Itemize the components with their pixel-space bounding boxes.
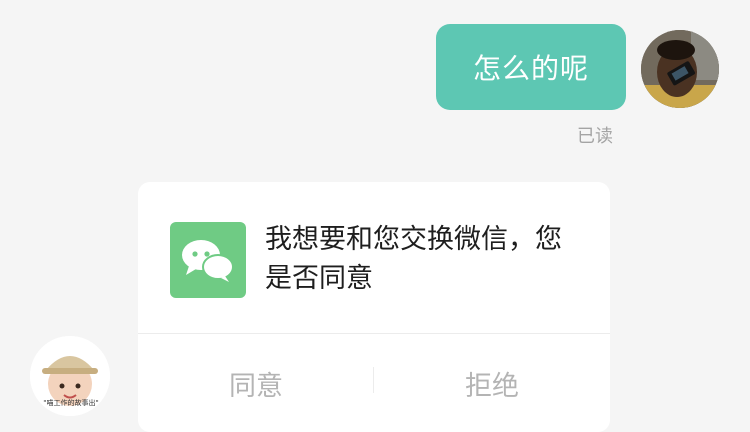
wechat-exchange-card: 我想要和您交换微信，您是否同意 同意 拒绝	[138, 182, 610, 432]
reject-button[interactable]: 拒绝	[374, 334, 610, 432]
reject-button-label: 拒绝	[465, 370, 519, 402]
read-status: 已读	[577, 126, 613, 147]
agree-button[interactable]: 同意	[138, 334, 374, 432]
outgoing-message-bubble[interactable]: 怎么的呢	[436, 24, 626, 110]
outgoing-message-text: 怎么的呢	[472, 52, 589, 85]
my-avatar-image	[641, 30, 719, 108]
agree-button-label: 同意	[229, 370, 283, 402]
wechat-chat-bubbles-icon	[170, 222, 246, 298]
outgoing-message-row: 怎么的呢 已读	[0, 0, 750, 160]
my-avatar[interactable]	[641, 30, 719, 108]
exchange-request-text: 我想要和您交换微信，您是否同意	[265, 224, 562, 294]
contact-avatar-caption: "喵工作的故事出"	[43, 399, 99, 407]
